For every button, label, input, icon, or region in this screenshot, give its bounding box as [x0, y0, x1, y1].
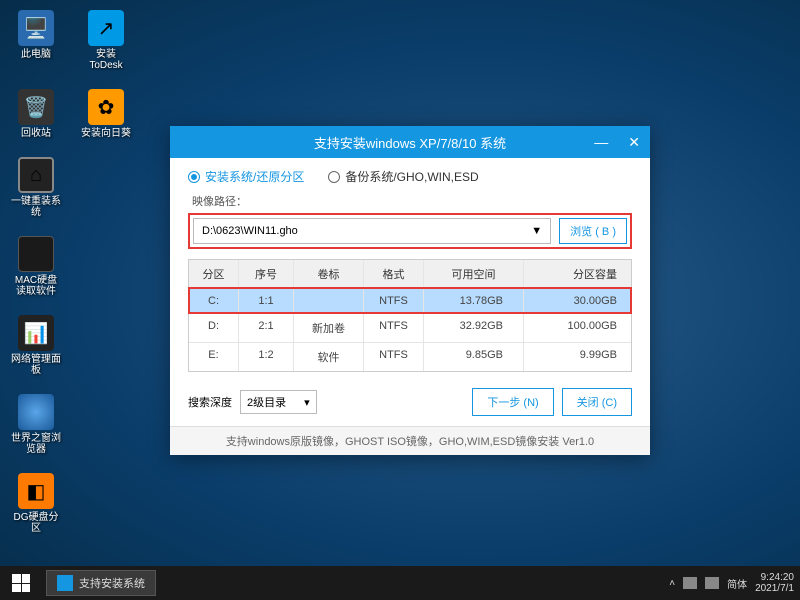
trash-icon: 🗑️	[18, 89, 54, 125]
radio-dot-icon	[328, 171, 340, 183]
system-tray: ˄ 简体 9:24:20 2021/7/1	[669, 572, 794, 594]
footer-controls: 搜索深度 2级目录▾ 下一步 (N) 关闭 (C)	[170, 382, 650, 426]
house-icon: ⌂	[18, 157, 54, 193]
taskbar: 支持安装系统 ˄ 简体 9:24:20 2021/7/1	[0, 566, 800, 600]
taskbar-task-installer[interactable]: 支持安装系统	[46, 570, 156, 596]
radio-dot-icon	[188, 171, 200, 183]
desktop-icon-mac-disk[interactable]: MAC硬盘读取软件	[10, 236, 62, 297]
titlebar[interactable]: 支持安装windows XP/7/8/10 系统 — ✕	[170, 126, 650, 158]
close-window-button[interactable]: 关闭 (C)	[562, 388, 632, 416]
table-row[interactable]: C:1:1NTFS13.78GB30.00GB	[189, 288, 631, 313]
chevron-down-icon: ▼	[531, 225, 542, 237]
desktop-icon-network-panel[interactable]: 📊网络管理面板	[10, 315, 62, 376]
desktop-icon-reinstall[interactable]: ⌂一键重装系统	[10, 157, 62, 218]
installer-icon	[57, 575, 73, 591]
pc-icon: 🖥️	[18, 10, 54, 46]
table-row[interactable]: D:2:1新加卷NTFS32.92GB100.00GB	[189, 313, 631, 342]
start-button[interactable]	[6, 568, 36, 598]
desktop-icon-sunflower[interactable]: ✿安装向日葵	[80, 89, 132, 139]
partition-icon: ◧	[18, 473, 54, 509]
globe-icon	[18, 394, 54, 430]
network-tray-icon[interactable]	[683, 577, 697, 589]
taskbar-clock[interactable]: 9:24:20 2021/7/1	[755, 572, 794, 594]
desktop-icon-this-pc[interactable]: 🖥️此电脑	[10, 10, 62, 71]
chart-icon: 📊	[18, 315, 54, 351]
next-button[interactable]: 下一步 (N)	[472, 388, 553, 416]
desktop-icon-browser[interactable]: 世界之窗浏览器	[10, 394, 62, 455]
tray-chevron-icon[interactable]: ˄	[669, 578, 675, 589]
table-header: 分区 序号 卷标 格式 可用空间 分区容量	[189, 260, 631, 288]
close-button[interactable]: ✕	[624, 134, 644, 151]
mode-tabs: 安装系统/还原分区 备份系统/GHO,WIN,ESD	[170, 158, 650, 191]
ime-indicator[interactable]: 简体	[727, 576, 747, 591]
desktop-icon-dg-partition[interactable]: ◧DG硬盘分区	[10, 473, 62, 534]
search-depth-select[interactable]: 2级目录▾	[240, 390, 317, 414]
chevron-down-icon: ▾	[304, 396, 310, 409]
image-path-row: D:\0623\WIN11.gho ▼ 浏览 ( B )	[188, 213, 632, 249]
partition-table: 分区 序号 卷标 格式 可用空间 分区容量 C:1:1NTFS13.78GB30…	[188, 259, 632, 372]
desktop-icon-recycle-bin[interactable]: 🗑️回收站	[10, 89, 62, 139]
radio-install-restore[interactable]: 安装系统/还原分区	[188, 168, 304, 185]
apple-icon	[18, 236, 54, 272]
search-depth-label: 搜索深度	[188, 394, 232, 410]
footer-note: 支持windows原版镜像，GHOST ISO镜像，GHO,WIM,ESD镜像安…	[170, 426, 650, 455]
desktop-icon-todesk[interactable]: ↗安装ToDesk	[80, 10, 132, 71]
image-path-dropdown[interactable]: D:\0623\WIN11.gho ▼	[193, 218, 551, 244]
window-title: 支持安装windows XP/7/8/10 系统	[314, 133, 506, 152]
desktop-icons-area: 🖥️此电脑 ↗安装ToDesk 🗑️回收站 ✿安装向日葵 ⌂一键重装系统 MAC…	[10, 10, 132, 534]
browse-button[interactable]: 浏览 ( B )	[559, 218, 627, 244]
table-row[interactable]: E:1:2软件NTFS9.85GB9.99GB	[189, 342, 631, 371]
volume-tray-icon[interactable]	[705, 577, 719, 589]
installer-window: 支持安装windows XP/7/8/10 系统 — ✕ 安装系统/还原分区 备…	[170, 126, 650, 455]
radio-backup[interactable]: 备份系统/GHO,WIN,ESD	[328, 168, 478, 185]
sunflower-icon: ✿	[88, 89, 124, 125]
todesk-icon: ↗	[88, 10, 124, 46]
minimize-button[interactable]: —	[590, 134, 612, 150]
image-path-label: 映像路径：	[170, 191, 650, 213]
